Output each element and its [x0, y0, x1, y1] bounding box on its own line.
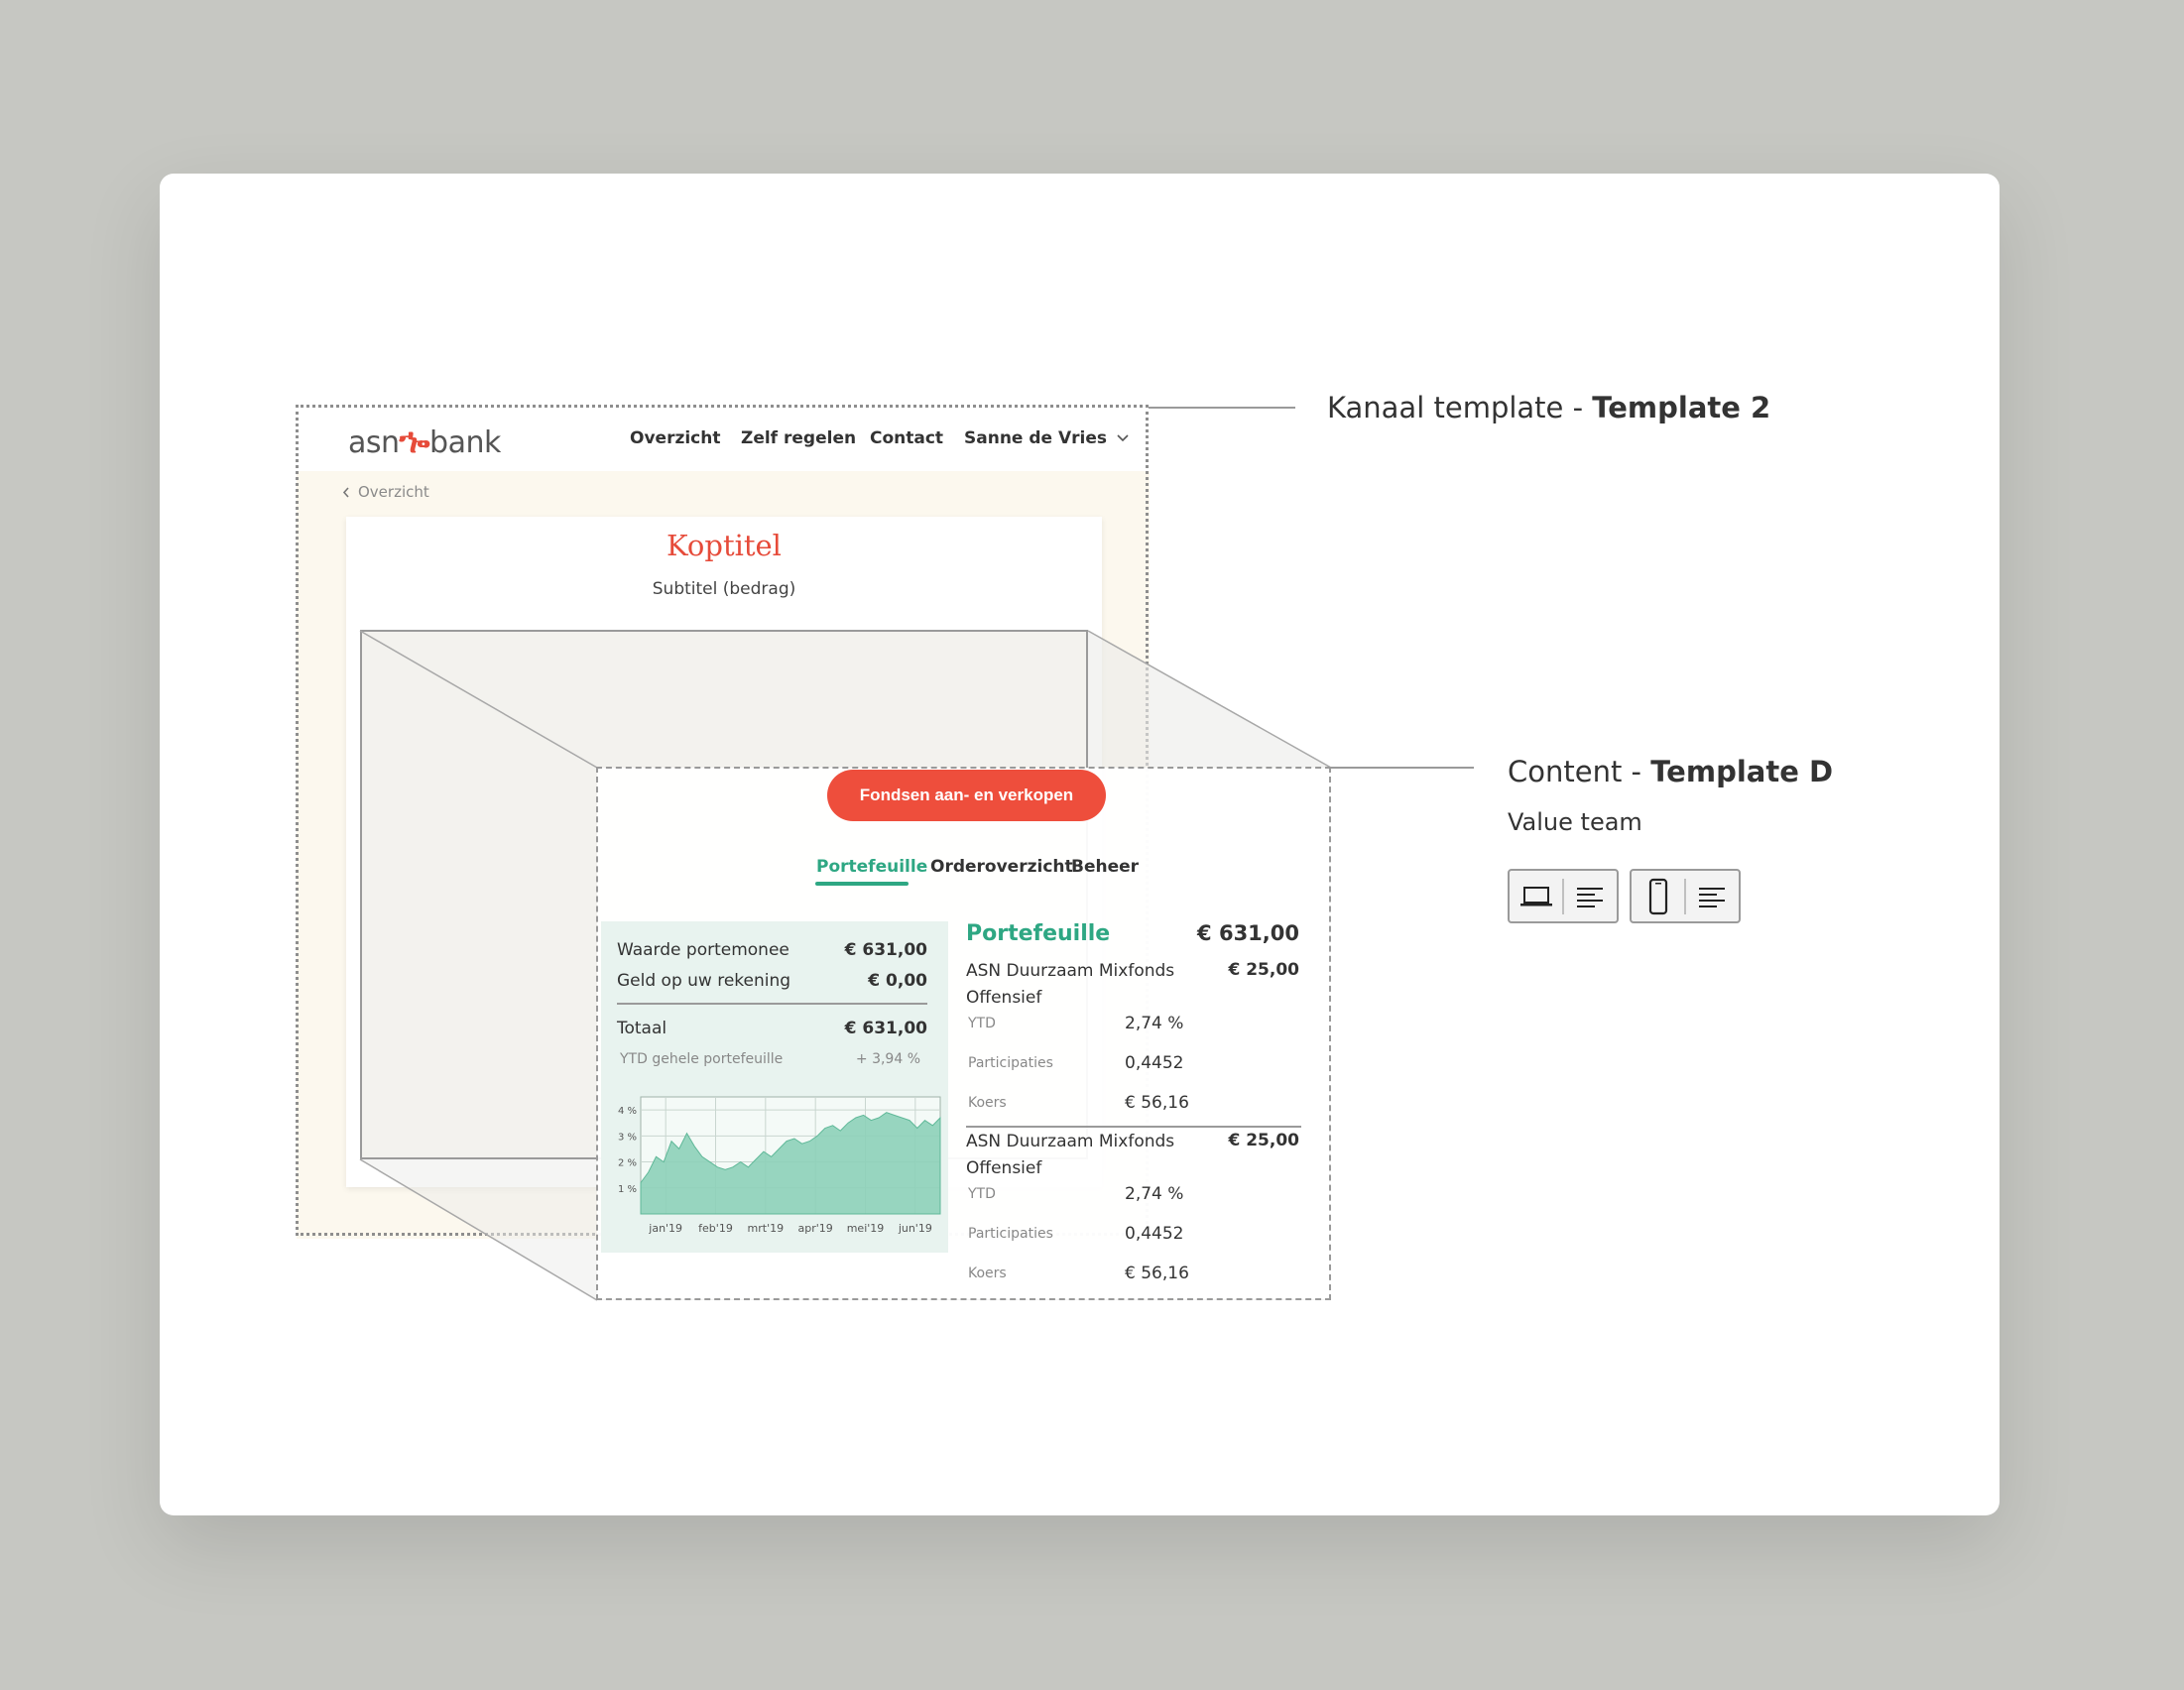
content-template-label: Content - Template D	[1508, 755, 1833, 788]
kanaal-label-template: Template 2	[1592, 391, 1771, 424]
align-left-icon	[1577, 887, 1604, 907]
team-label: Value team	[1508, 808, 1642, 836]
content-label-prefix: Content -	[1508, 755, 1651, 788]
projection-line-tl	[359, 630, 598, 769]
laptop-icon	[1519, 886, 1552, 905]
align-button[interactable]	[1564, 871, 1617, 921]
laptop-button[interactable]	[1510, 871, 1562, 921]
desktop-view-toggle[interactable]	[1508, 869, 1619, 923]
kanaal-leader-line	[1149, 407, 1295, 409]
kanaal-label-prefix: Kanaal template -	[1327, 391, 1593, 424]
content-leader-line	[1331, 767, 1474, 769]
kanaal-template-label: Kanaal template - Template 2	[1327, 391, 1770, 424]
phone-button[interactable]	[1632, 871, 1684, 921]
mobile-view-toggle[interactable]	[1630, 869, 1741, 923]
content-label-template: Template D	[1650, 755, 1834, 788]
phone-icon	[1648, 878, 1667, 914]
align-left-icon	[1699, 887, 1726, 907]
content-template-outline	[596, 767, 1331, 1300]
align-button[interactable]	[1686, 871, 1739, 921]
